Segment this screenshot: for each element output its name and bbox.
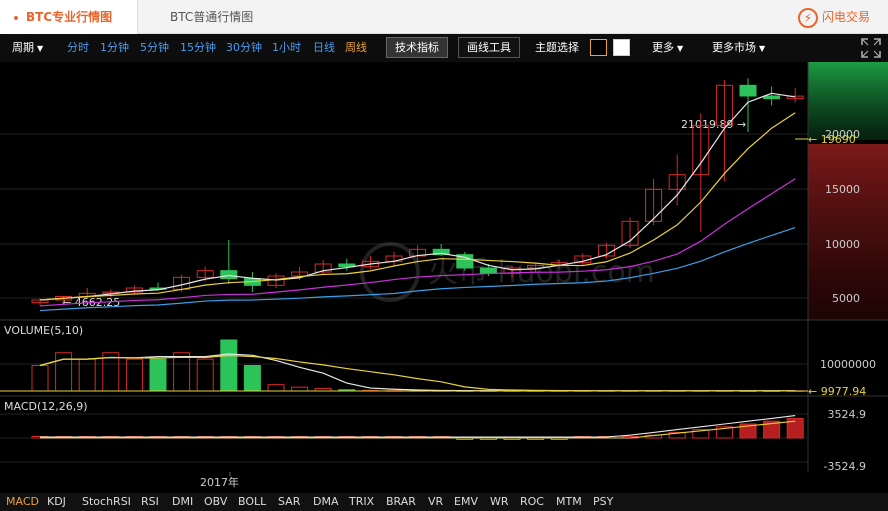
chevron-down-icon: ▼ xyxy=(37,44,44,53)
theme-light-swatch[interactable] xyxy=(613,39,630,56)
high-price-annotation: 21019.89 → xyxy=(681,118,746,131)
fullscreen-icon[interactable] xyxy=(860,37,882,59)
current-price-label: 19690 xyxy=(821,133,856,146)
current-price-marker: ← 19690 xyxy=(808,133,856,146)
period-30min[interactable]: 30分钟 xyxy=(226,34,262,62)
volume-current-label: 9977.94 xyxy=(821,385,867,398)
indicator-obv[interactable]: OBV xyxy=(204,493,227,511)
period-weekly[interactable]: 周线 xyxy=(345,34,367,62)
indicator-dmi[interactable]: DMI xyxy=(172,493,193,511)
volume-tick-10000000: 10000000 xyxy=(820,358,876,371)
tech-indicator-button[interactable]: 技术指标 xyxy=(386,37,448,58)
candle-body xyxy=(763,95,781,100)
active-dot-icon xyxy=(14,15,18,20)
flash-icon: ⚡ xyxy=(797,7,818,28)
indicator-emv[interactable]: EMV xyxy=(454,493,478,511)
indicator-sar[interactable]: SAR xyxy=(278,493,300,511)
flash-trade-label: 闪电交易 xyxy=(821,10,870,24)
price-tick-5000: 5000 xyxy=(832,292,860,305)
indicator-rsi[interactable]: RSI xyxy=(141,493,159,511)
theme-dark-swatch[interactable] xyxy=(590,39,607,56)
indicator-bar: MACD KDJ StochRSI RSI DMI OBV BOLL SAR DMA TRIX BR… xyxy=(0,493,888,511)
kline-chart[interactable]: 火币 huobi.com 20000 15000 10000 5000 ← 19… xyxy=(0,62,888,493)
indicator-brar[interactable]: BRAR xyxy=(386,493,416,511)
tab-normal-label: BTC普通行情图 xyxy=(170,10,254,24)
more-markets-label: 更多市场 xyxy=(712,41,756,54)
period-label: 周期 xyxy=(12,41,34,54)
volume-bar xyxy=(220,339,238,392)
more-dropdown[interactable]: 更多 ▼ xyxy=(652,34,683,62)
indicator-macd[interactable]: MACD xyxy=(6,493,39,511)
indicator-boll[interactable]: BOLL xyxy=(238,493,266,511)
indicator-wr[interactable]: WR xyxy=(490,493,509,511)
high-price-label: 21019.89 xyxy=(681,118,734,131)
volume-current-marker: ← 9977.94 xyxy=(808,385,866,398)
indicator-roc[interactable]: ROC xyxy=(520,493,544,511)
indicator-kdj[interactable]: KDJ xyxy=(47,493,66,511)
draw-tools-button[interactable]: 画线工具 xyxy=(458,37,520,58)
volume-bar xyxy=(243,365,261,392)
more-label: 更多 xyxy=(652,41,674,54)
period-5min[interactable]: 5分钟 xyxy=(140,34,169,62)
indicator-vr[interactable]: VR xyxy=(428,493,443,511)
flash-trade-button[interactable]: ⚡ 闪电交易 xyxy=(797,6,870,28)
macd-tick-lower: -3524.9 xyxy=(824,460,866,473)
candle-body xyxy=(220,270,238,280)
tab-pro-label: BTC专业行情图 xyxy=(26,10,113,24)
indicator-trix[interactable]: TRIX xyxy=(349,493,374,511)
candle-body xyxy=(479,267,497,274)
more-markets-dropdown[interactable]: 更多市场 ▼ xyxy=(712,34,765,62)
tab-btc-normal-chart[interactable]: BTC普通行情图 xyxy=(156,0,267,34)
price-tick-10000: 10000 xyxy=(825,238,860,251)
period-daily[interactable]: 日线 xyxy=(313,34,335,62)
volume-title: VOLUME(5,10) xyxy=(4,324,83,337)
time-axis-label: 2017年 xyxy=(200,475,239,489)
chevron-down-icon: ▼ xyxy=(677,44,684,53)
indicator-psy[interactable]: PSY xyxy=(593,493,613,511)
indicator-dma[interactable]: DMA xyxy=(313,493,339,511)
top-tab-bar: BTC专业行情图 BTC普通行情图 ⚡ 闪电交易 xyxy=(0,0,888,34)
period-dropdown[interactable]: 周期 ▼ xyxy=(12,34,43,62)
period-15min[interactable]: 15分钟 xyxy=(180,34,216,62)
theme-label: 主题选择 xyxy=(535,41,579,54)
chart-toolbar: 周期 ▼ 分时 1分钟 5分钟 15分钟 30分钟 1小时 日线 周线 技术指标 … xyxy=(0,34,888,62)
candle xyxy=(456,252,474,271)
candle-body xyxy=(739,84,757,97)
macd-title: MACD(12,26,9) xyxy=(4,400,88,413)
price-tick-15000: 15000 xyxy=(825,183,860,196)
period-1hour[interactable]: 1小时 xyxy=(272,34,301,62)
tab-btc-pro-chart[interactable]: BTC专业行情图 xyxy=(0,0,138,34)
volume-bar xyxy=(149,358,167,392)
period-1min[interactable]: 1分钟 xyxy=(100,34,129,62)
indicator-stochrsi[interactable]: StochRSI xyxy=(82,493,131,511)
period-timeshare[interactable]: 分时 xyxy=(67,34,89,62)
chevron-down-icon: ▼ xyxy=(759,44,766,53)
indicator-mtm[interactable]: MTM xyxy=(556,493,582,511)
macd-tick-upper: 3524.9 xyxy=(828,408,867,421)
